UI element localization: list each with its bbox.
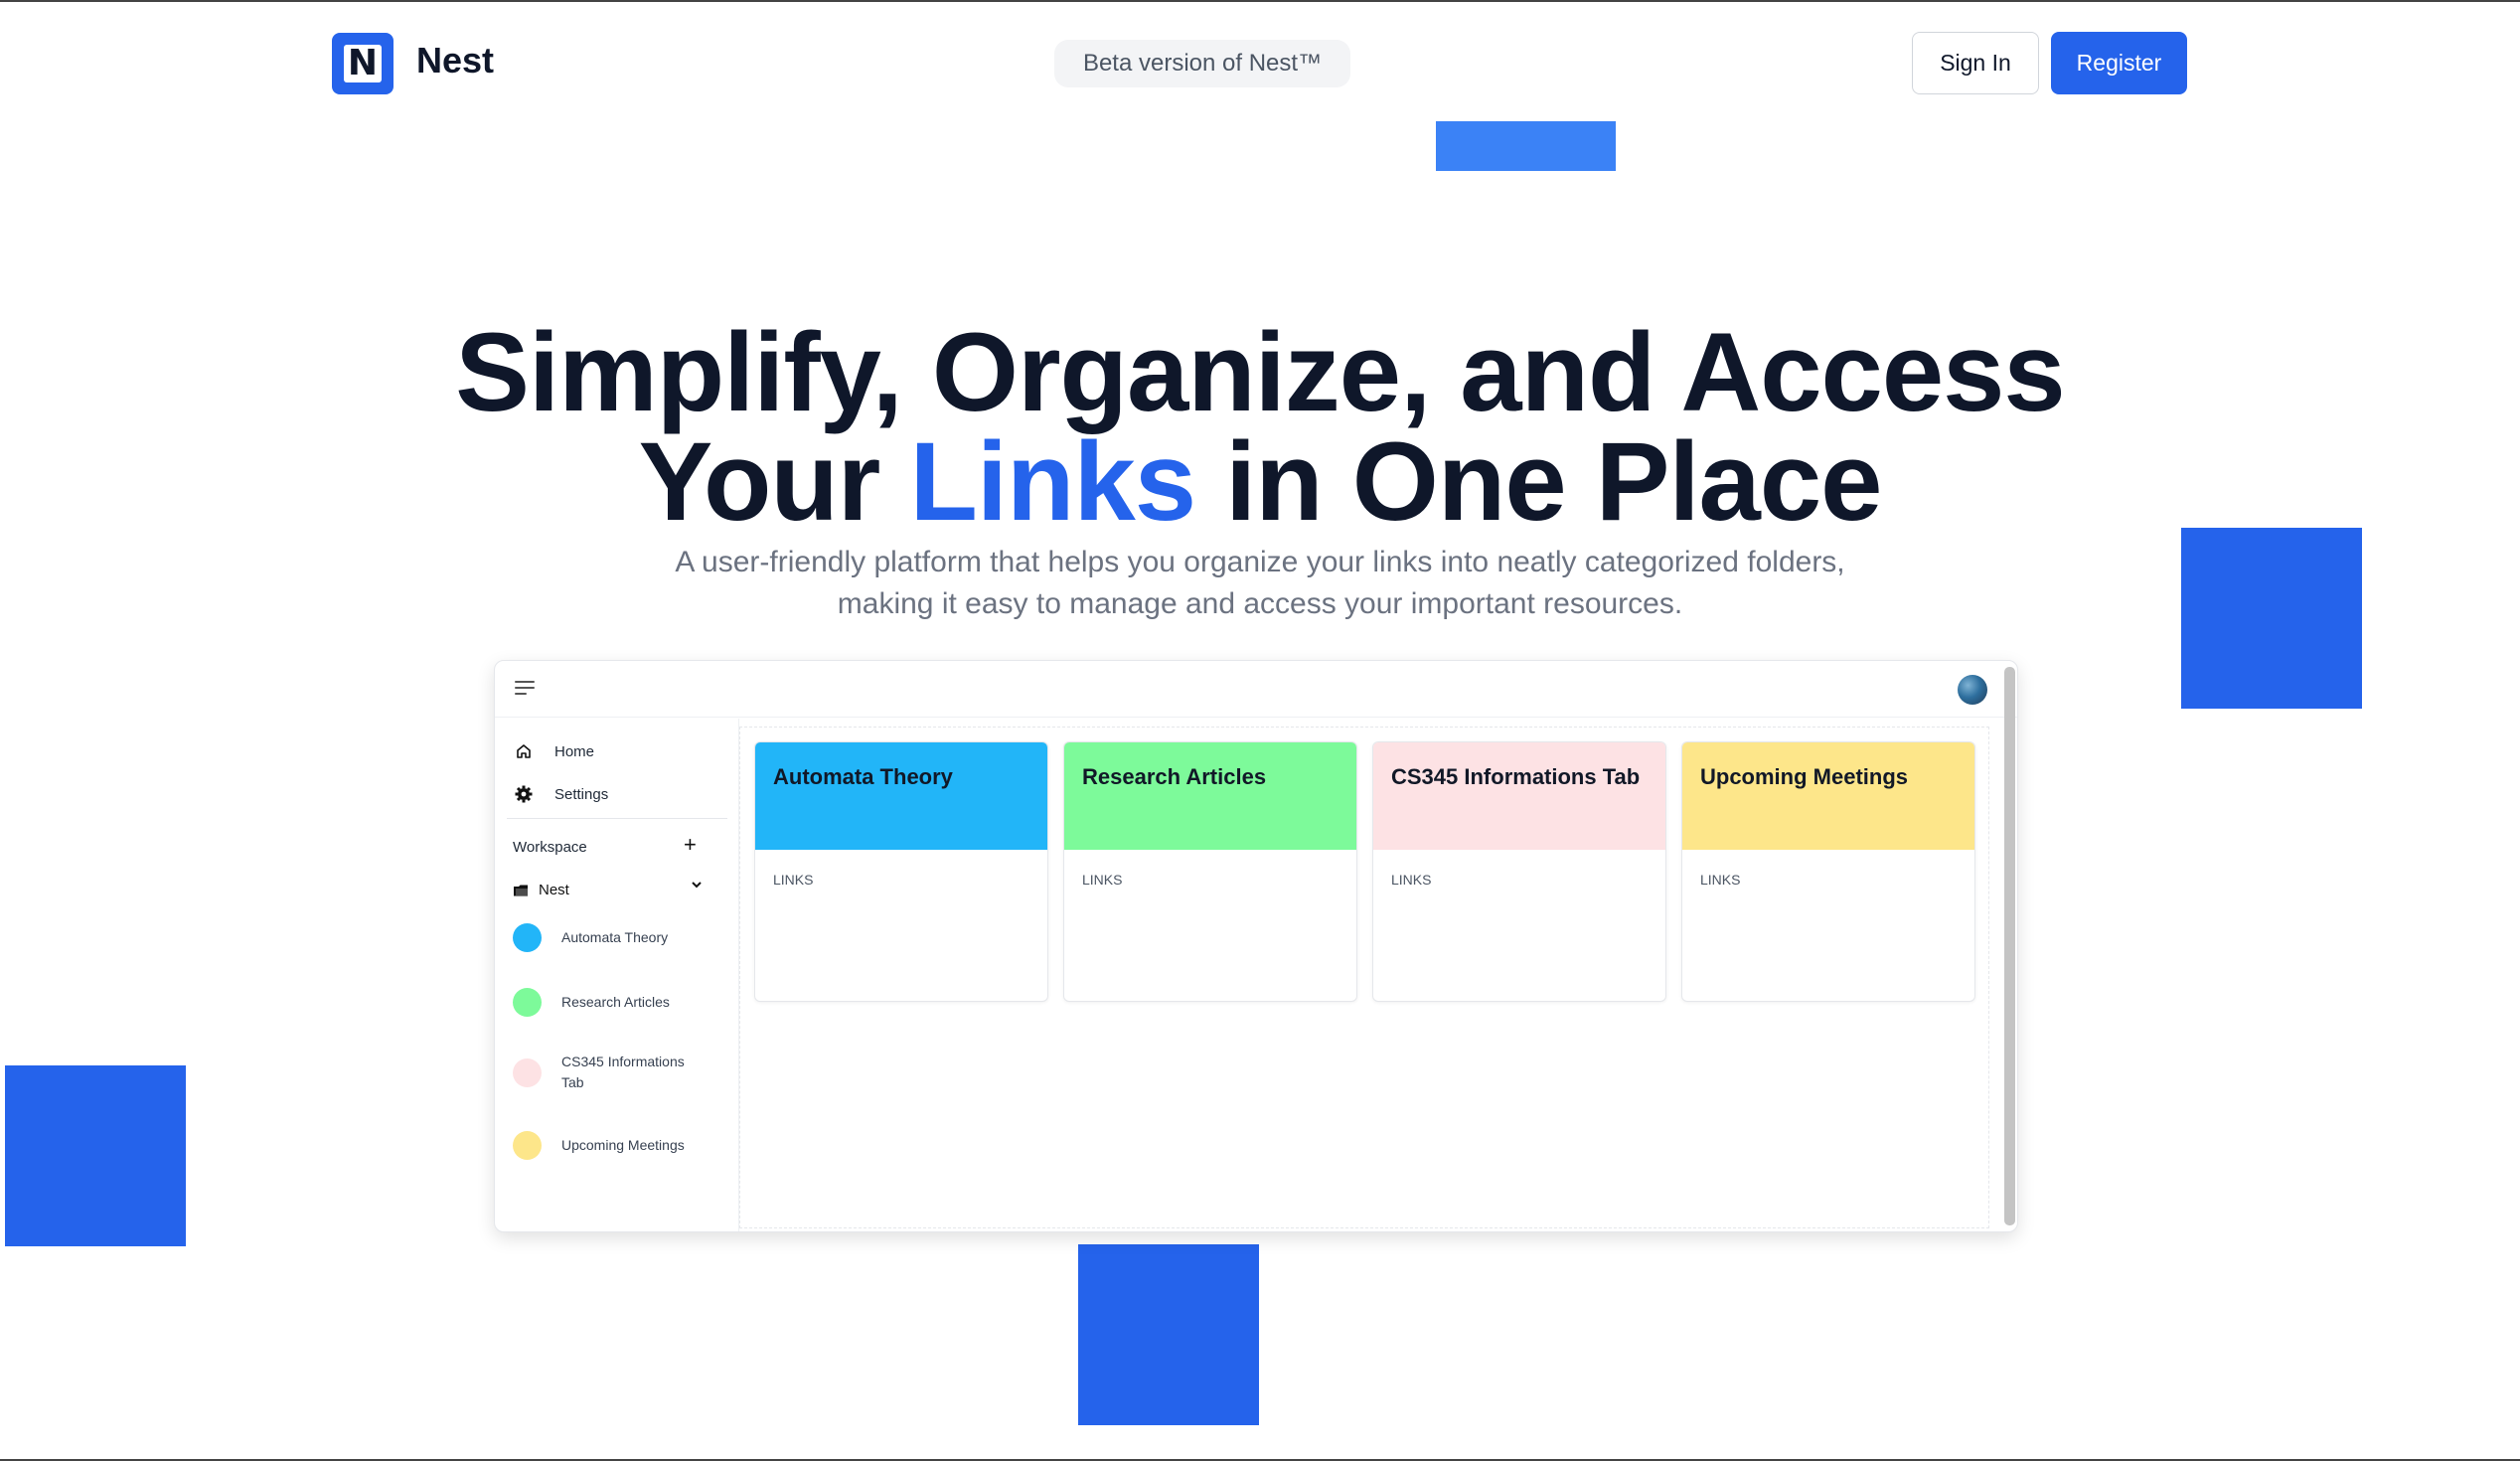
folder-color-dot-icon (513, 1131, 542, 1160)
sidebar-folder-cs345[interactable]: CS345 Informations Tab (513, 1052, 711, 1093)
hero-title-accent: Links (909, 419, 1197, 544)
add-workspace-plus-icon[interactable]: + (684, 834, 697, 856)
folder-icon (513, 884, 529, 897)
card-links-label: LINKS (1082, 872, 1123, 888)
sidebar-folder-upcoming-meetings[interactable]: Upcoming Meetings (513, 1131, 731, 1160)
scrollbar[interactable] (2004, 667, 2015, 1225)
logo-letter: N (344, 45, 382, 82)
sidebar-item-home[interactable]: Home (515, 742, 594, 760)
hero-subtitle-line2: making it easy to manage and access your… (837, 587, 1683, 620)
folder-color-dot-icon (513, 923, 542, 952)
folder-label: Research Articles (561, 994, 670, 1010)
app-preview: Home Settings Workspace + Nest Automata … (494, 660, 2018, 1232)
beta-badge: Beta version of Nest™ (1054, 40, 1350, 87)
card-links-label: LINKS (1391, 872, 1432, 888)
sidebar-item-settings[interactable]: Settings (515, 785, 608, 803)
folder-card-automata-theory[interactable]: Automata Theory LINKS (754, 741, 1048, 1002)
gear-icon (515, 785, 533, 803)
hero-title-text: Your (638, 419, 910, 544)
sidebar-folder-automata-theory[interactable]: Automata Theory (513, 923, 731, 952)
card-title: Research Articles (1064, 742, 1356, 850)
preview-sidebar: Home Settings Workspace + Nest Automata … (495, 719, 739, 1231)
folder-card-upcoming-meetings[interactable]: Upcoming Meetings LINKS (1681, 741, 1975, 1002)
hero-subtitle: A user-friendly platform that helps you … (0, 542, 2520, 625)
globe-avatar-icon[interactable] (1958, 675, 1987, 705)
card-title: Upcoming Meetings (1682, 742, 1974, 850)
folder-color-dot-icon (513, 988, 542, 1017)
home-icon (515, 742, 533, 760)
folder-card-cs345[interactable]: CS345 Informations Tab LINKS (1372, 741, 1666, 1002)
decorative-square (1436, 121, 1616, 171)
folder-card-research-articles[interactable]: Research Articles LINKS (1063, 741, 1357, 1002)
sidebar-divider (507, 818, 727, 819)
workspace-label: Workspace (513, 839, 587, 856)
folder-label: Upcoming Meetings (561, 1137, 685, 1153)
hamburger-menu-icon[interactable] (515, 681, 535, 697)
sign-in-button[interactable]: Sign In (1912, 32, 2039, 94)
sidebar-item-label: Settings (554, 785, 609, 803)
sidebar-folder-research-articles[interactable]: Research Articles (513, 988, 731, 1017)
card-links-label: LINKS (1700, 872, 1741, 888)
decorative-square (5, 1065, 186, 1246)
workspace-name: Nest (539, 882, 569, 898)
hero-title: Simplify, Organize, and Access Your Link… (0, 310, 2520, 538)
preview-topbar (495, 661, 2017, 718)
nest-logo-icon[interactable]: N (332, 33, 394, 94)
workspace-nest[interactable]: Nest (513, 882, 569, 898)
register-button[interactable]: Register (2051, 32, 2187, 94)
folder-label: CS345 Informations Tab (561, 1054, 685, 1090)
hero-title-text: in One Place (1195, 419, 1882, 544)
chevron-down-icon[interactable] (690, 878, 704, 896)
card-title: CS345 Informations Tab (1373, 742, 1665, 850)
hero-title-line1: Simplify, Organize, and Access (455, 310, 2065, 434)
hero-subtitle-line1: A user-friendly platform that helps you … (675, 546, 1845, 578)
folder-grid: Automata Theory LINKS Research Articles … (739, 727, 1989, 1228)
card-links-label: LINKS (773, 872, 814, 888)
top-nav: N Nest Beta version of Nest™ Sign In Reg… (0, 2, 2520, 127)
sidebar-item-label: Home (554, 742, 595, 760)
card-title: Automata Theory (755, 742, 1047, 850)
folder-color-dot-icon (513, 1057, 542, 1087)
folder-label: Automata Theory (561, 929, 669, 945)
decorative-square (1078, 1244, 1259, 1425)
brand-name[interactable]: Nest (416, 40, 494, 81)
hero-title-line2: Your Links in One Place (0, 426, 2520, 538)
